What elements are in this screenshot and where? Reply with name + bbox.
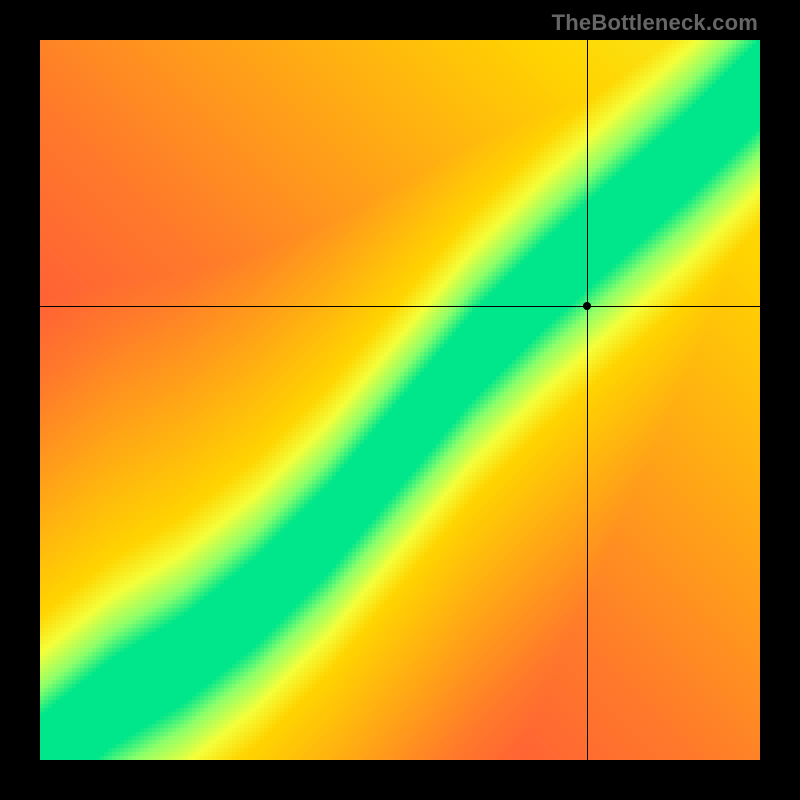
chart-frame: TheBottleneck.com bbox=[0, 0, 800, 800]
watermark-text: TheBottleneck.com bbox=[552, 10, 758, 36]
crosshair-horizontal bbox=[40, 306, 760, 307]
crosshair-dot bbox=[583, 302, 591, 310]
crosshair-vertical bbox=[587, 40, 588, 760]
heatmap-canvas bbox=[40, 40, 760, 760]
